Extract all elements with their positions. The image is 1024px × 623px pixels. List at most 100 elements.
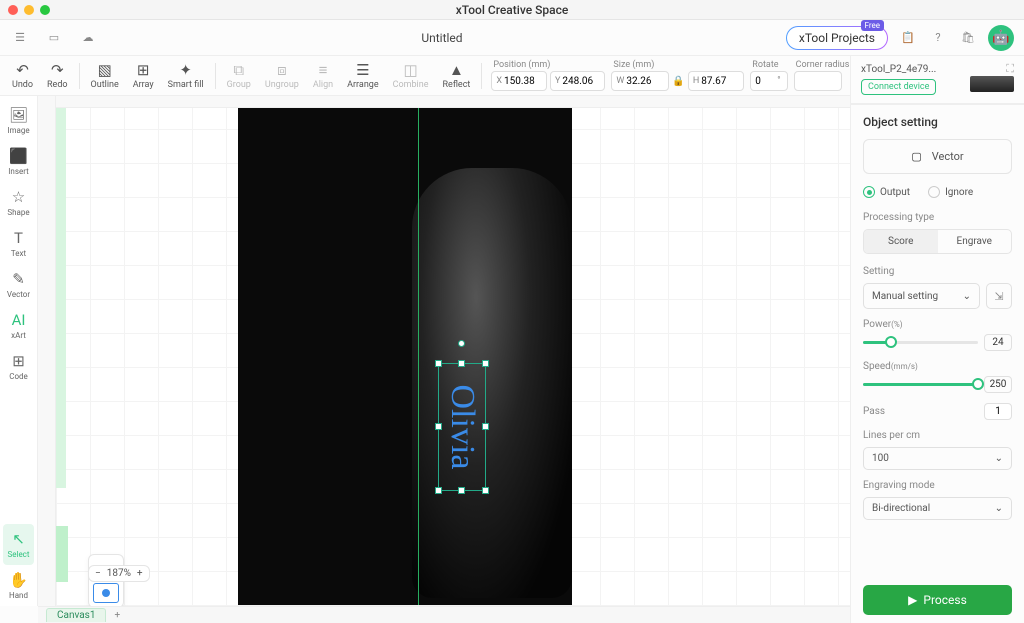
position-label: Position (mm): [491, 60, 605, 70]
processing-type-segment: Score Engrave: [863, 229, 1012, 254]
canvas-tabs: Canvas1 +: [38, 606, 850, 623]
lines-per-cm-label: Lines per cm: [863, 430, 1012, 441]
menu-icon[interactable]: ☰: [10, 28, 30, 48]
speed-value[interactable]: 250: [984, 376, 1012, 393]
power-slider[interactable]: [863, 341, 978, 344]
pass-input[interactable]: [984, 403, 1012, 420]
text-object[interactable]: Olivia: [443, 385, 481, 470]
projects-button[interactable]: Free xTool Projects: [786, 26, 888, 50]
score-button[interactable]: Score: [864, 230, 938, 253]
rotate-input[interactable]: °: [750, 71, 787, 91]
hand-tool[interactable]: ✋Hand: [0, 565, 37, 606]
h-input[interactable]: H: [688, 71, 744, 91]
object-setting-title: Object setting: [863, 115, 1012, 129]
left-sidebar: 🖼Image ⬛Insert ☆Shape TText ✎Vector AIxA…: [0, 96, 38, 606]
slider-thumb[interactable]: [972, 378, 984, 390]
reflect-button[interactable]: ▲Reflect: [437, 56, 477, 95]
output-radio[interactable]: Output: [863, 186, 910, 198]
align-button[interactable]: ≡Align: [307, 56, 339, 95]
close-window[interactable]: [8, 5, 18, 15]
text-tool[interactable]: TText: [0, 223, 37, 264]
zoom-value: 187%: [107, 568, 131, 579]
resize-handle[interactable]: [482, 423, 489, 430]
image-tool[interactable]: 🖼Image: [0, 100, 37, 141]
app-title: xTool Creative Space: [456, 3, 569, 17]
xart-tool[interactable]: AIxArt: [0, 305, 37, 346]
shape-tool[interactable]: ☆Shape: [0, 182, 37, 223]
resize-handle[interactable]: [435, 487, 442, 494]
device-name: xTool_P2_4e79...: [861, 64, 941, 75]
process-button[interactable]: ▶ Process: [863, 585, 1012, 615]
arrange-button[interactable]: ☰Arrange: [341, 56, 385, 95]
play-icon: ▶: [908, 593, 917, 607]
lock-icon[interactable]: 🔒: [672, 76, 684, 87]
group-button[interactable]: ⧉Group: [221, 56, 257, 95]
rotate-label: Rotate: [750, 60, 787, 70]
device-box: xTool_P2_4e79... Connect device ⛶: [851, 56, 1024, 104]
chevron-down-icon: ⌄: [995, 453, 1003, 464]
resize-handle[interactable]: [435, 360, 442, 367]
resize-handle[interactable]: [458, 360, 465, 367]
selection-box[interactable]: Olivia: [438, 363, 486, 491]
setting-save-icon[interactable]: ⇲: [986, 283, 1012, 309]
undo-button[interactable]: ↶Undo: [6, 56, 39, 95]
power-label: Power: [863, 319, 891, 330]
lines-per-cm-select[interactable]: 100⌄: [863, 447, 1012, 470]
vector-type-box[interactable]: ▢ Vector: [863, 139, 1012, 174]
maximize-window[interactable]: [40, 5, 50, 15]
combine-button[interactable]: ◫Combine: [387, 56, 435, 95]
w-input[interactable]: W: [611, 71, 669, 91]
guide-line: [418, 108, 419, 605]
x-input[interactable]: X: [491, 71, 547, 91]
topbar: ☰ ▭ ☁ Untitled Free xTool Projects 📋 ? 🛍…: [0, 20, 1024, 56]
code-tool[interactable]: ⊞Code: [0, 346, 37, 387]
smartfill-button[interactable]: ✦Smart fill: [162, 56, 210, 95]
free-badge: Free: [861, 20, 884, 31]
shop-icon[interactable]: 🛍: [958, 28, 978, 48]
redo-button[interactable]: ↷Redo: [41, 56, 74, 95]
engrave-button[interactable]: Engrave: [938, 230, 1012, 253]
resize-handle[interactable]: [482, 360, 489, 367]
vector-icon: ▢: [911, 150, 921, 163]
insert-tool[interactable]: ⬛Insert: [0, 141, 37, 182]
power-value[interactable]: 24: [984, 334, 1012, 351]
add-tab[interactable]: +: [106, 610, 128, 621]
array-button[interactable]: ⊞Array: [127, 56, 160, 95]
slider-thumb[interactable]: [885, 336, 897, 348]
resize-handle[interactable]: [458, 487, 465, 494]
select-tool[interactable]: ↖Select: [3, 524, 34, 565]
titlebar: xTool Creative Space: [0, 0, 1024, 20]
speed-slider[interactable]: [863, 383, 978, 386]
avatar[interactable]: 🤖: [988, 25, 1014, 51]
expand-device-icon[interactable]: ⛶: [1006, 62, 1014, 76]
bottle-object: [412, 168, 572, 598]
document-title[interactable]: Untitled: [98, 31, 786, 45]
canvas[interactable]: Olivia ≡ − 187% +: [38, 96, 850, 606]
rotate-handle[interactable]: [458, 340, 465, 347]
ungroup-button[interactable]: ⧈Ungroup: [259, 56, 305, 95]
tab-canvas1[interactable]: Canvas1: [46, 608, 106, 622]
ignore-radio[interactable]: Ignore: [928, 186, 973, 198]
cloud-icon[interactable]: ☁: [78, 28, 98, 48]
resize-handle[interactable]: [435, 423, 442, 430]
right-panel: xTool_P2_4e79... Connect device ⛶ Object…: [850, 56, 1024, 623]
vector-tool[interactable]: ✎Vector: [0, 264, 37, 305]
zoom-out[interactable]: −: [95, 568, 101, 579]
radius-input[interactable]: [794, 71, 842, 91]
resize-handle[interactable]: [482, 487, 489, 494]
outline-button[interactable]: ▧Outline: [85, 56, 125, 95]
connect-device-button[interactable]: Connect device: [861, 79, 936, 95]
folder-icon[interactable]: ▭: [44, 28, 64, 48]
zoom-control[interactable]: − 187% +: [88, 565, 150, 582]
help-icon[interactable]: ?: [928, 28, 948, 48]
engraving-mode-select[interactable]: Bi-directional⌄: [863, 497, 1012, 520]
minimize-window[interactable]: [24, 5, 34, 15]
vector-label: Vector: [932, 150, 964, 163]
layer-item[interactable]: [93, 583, 119, 603]
y-input[interactable]: Y: [550, 71, 605, 91]
setting-select[interactable]: Manual setting⌄: [863, 283, 980, 309]
clipboard-icon[interactable]: 📋: [898, 28, 918, 48]
zoom-in[interactable]: +: [137, 568, 143, 579]
size-label: Size (mm): [611, 60, 744, 70]
processing-type-label: Processing type: [863, 212, 1012, 223]
